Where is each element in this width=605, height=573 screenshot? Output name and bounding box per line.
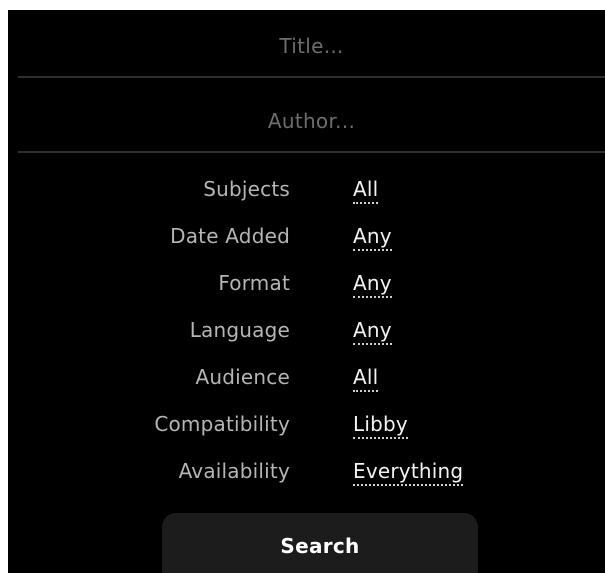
date-added-value-link[interactable]: Any [353,224,392,251]
date-added-label: Date Added [170,224,290,248]
filter-row-compatibility: Compatibility Libby [8,400,605,447]
format-label: Format [218,271,290,295]
filter-row-audience: Audience All [8,353,605,400]
title-input[interactable] [18,34,605,58]
advanced-search-panel: Subjects All Date Added Any Format Any L… [8,10,605,573]
availability-value-link[interactable]: Everything [353,459,464,486]
compatibility-value-link[interactable]: Libby [353,412,408,439]
audience-label: Audience [195,365,290,389]
format-value-link[interactable]: Any [353,271,392,298]
subjects-value-link[interactable]: All [353,177,379,204]
subjects-label: Subjects [203,177,290,201]
language-value-link[interactable]: Any [353,318,392,345]
search-button[interactable]: Search [162,513,478,573]
author-input[interactable] [18,109,605,133]
availability-label: Availability [178,459,290,483]
compatibility-label: Compatibility [154,412,290,436]
filter-list: Subjects All Date Added Any Format Any L… [8,165,605,494]
filter-row-language: Language Any [8,306,605,353]
language-label: Language [189,318,290,342]
filter-row-subjects: Subjects All [8,165,605,212]
filter-row-format: Format Any [8,259,605,306]
filter-row-availability: Availability Everything [8,447,605,494]
filter-row-date-added: Date Added Any [8,212,605,259]
title-field [18,16,605,78]
audience-value-link[interactable]: All [353,365,379,392]
author-field [18,91,605,153]
